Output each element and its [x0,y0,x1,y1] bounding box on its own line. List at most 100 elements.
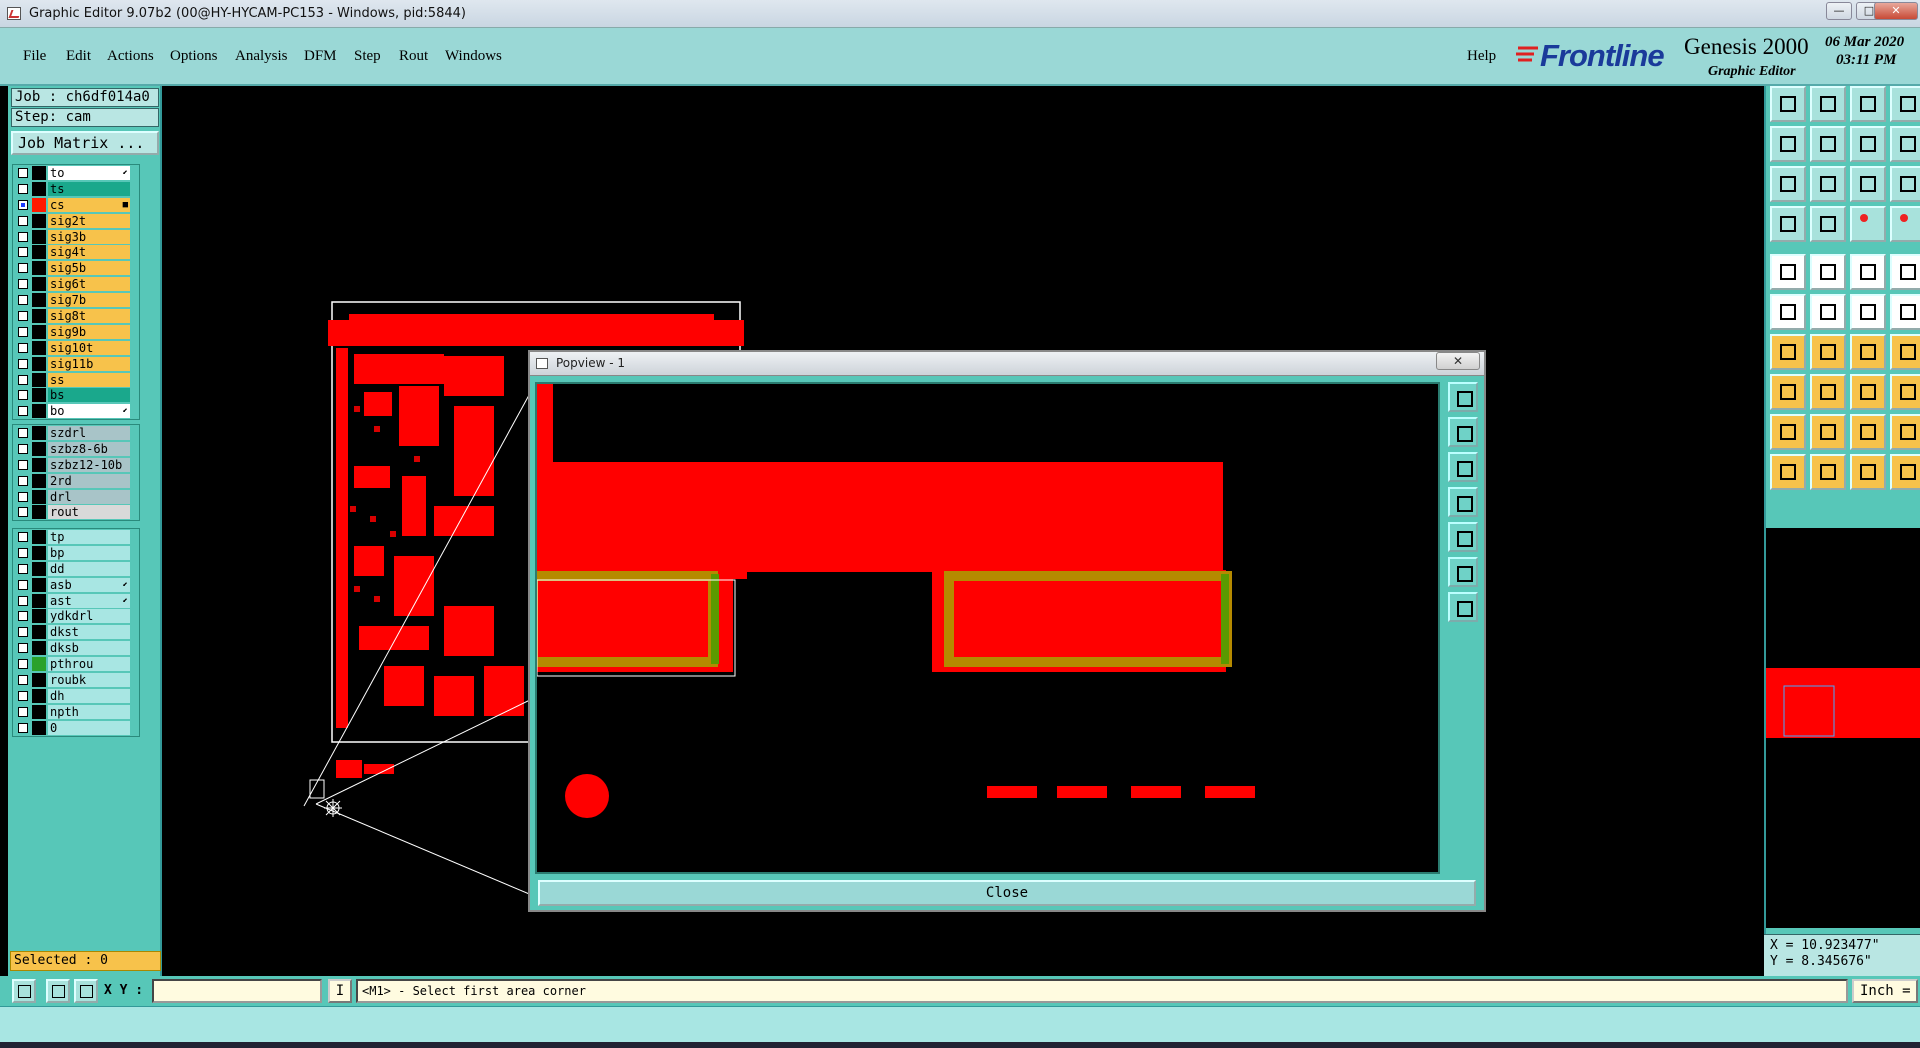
toolbar-tool-icon[interactable] [1810,126,1846,162]
layer-color-swatch[interactable] [32,293,46,308]
toolbar-tool-icon[interactable] [1810,294,1846,330]
layer-checkbox[interactable] [18,168,28,178]
layer-row[interactable]: roubk [13,672,139,688]
layer-checkbox[interactable] [18,374,28,385]
xy-input[interactable] [152,979,322,1003]
layer-name[interactable]: szbz8-6b [48,441,130,456]
layer-color-swatch[interactable] [32,609,46,624]
toolbar-tool-icon[interactable] [1770,206,1806,242]
popview-tool-down-icon[interactable] [1448,452,1478,482]
layer-name[interactable]: dh [48,688,130,703]
layer-name[interactable]: dkst [48,625,130,640]
layer-row[interactable]: sig5b [13,260,139,276]
layer-checkbox[interactable] [18,563,28,574]
layer-checkbox[interactable] [18,326,28,337]
layer-row[interactable]: sig6t [13,276,139,292]
layer-row[interactable]: sig7b [13,292,139,308]
layer-color-swatch[interactable] [32,404,46,419]
layer-name[interactable]: sig9b [48,324,130,339]
layer-checkbox[interactable] [18,547,28,558]
popview-close-icon[interactable]: ✕ [1436,352,1480,370]
toolbar-tool-icon[interactable] [1810,254,1846,290]
layer-checkbox[interactable] [18,675,28,686]
toolbar-tool-icon[interactable] [1890,166,1920,202]
toolbar-tool-icon[interactable] [1810,334,1846,370]
layer-checkbox[interactable] [18,215,28,226]
layer-name[interactable]: sig6t [48,277,130,292]
layer-row[interactable]: bo ⬋ [13,403,139,419]
layer-row[interactable]: bs [13,387,139,403]
popview-tool-up-icon[interactable] [1448,417,1478,447]
toolbar-tool-icon[interactable] [1770,254,1806,290]
toolbar-tool-icon[interactable] [1890,374,1920,410]
layer-name[interactable]: sig11b [48,356,130,371]
layer-checkbox[interactable] [18,390,28,401]
layer-checkbox[interactable] [18,406,28,417]
layer-checkbox[interactable] [18,459,28,470]
layer-name[interactable]: ast ⬋ [48,593,130,608]
toolbar-tool-icon[interactable] [1770,294,1806,330]
layer-color-swatch[interactable] [32,577,46,592]
layer-row[interactable]: ydkdrl [13,608,139,624]
toolbar-tool-icon[interactable] [1770,334,1806,370]
layer-row[interactable]: pthrou [13,656,139,672]
popview-tool-zoom-in-icon[interactable] [1448,557,1478,587]
layer-name[interactable]: dd [48,561,130,576]
layer-checkbox[interactable] [18,690,28,701]
close-window-button[interactable]: ✕ [1874,2,1918,20]
menu-edit[interactable]: Edit [66,48,91,65]
layer-row[interactable]: sig10t [13,340,139,356]
layer-name[interactable]: roubk [48,673,130,688]
toolbar-tool-icon[interactable] [1770,86,1806,122]
layer-name[interactable]: ss [48,372,130,387]
menu-windows[interactable]: Windows [445,48,502,65]
layer-row[interactable]: szbz8-6b [13,441,139,457]
layer-name[interactable]: drl [48,489,130,504]
layer-color-swatch[interactable] [32,309,46,324]
layer-color-swatch[interactable] [32,457,46,472]
layer-checkbox[interactable] [18,627,28,638]
toolbar-tool-icon[interactable] [1850,334,1886,370]
layer-name[interactable]: ydkdrl [48,609,130,624]
layer-name[interactable]: sig10t [48,340,130,355]
layer-checkbox[interactable] [18,279,28,290]
layer-name[interactable]: pthrou [48,657,130,672]
menu-file[interactable]: File [23,48,46,65]
toolbar-tool-icon[interactable] [1890,254,1920,290]
layer-color-swatch[interactable] [32,229,46,244]
menu-actions[interactable]: Actions [107,48,154,65]
toolbar-tool-icon[interactable] [1850,166,1886,202]
toolbar-tool-icon[interactable] [1810,414,1846,450]
layer-checkbox[interactable] [18,722,28,733]
layer-name[interactable]: bp [48,545,130,560]
toolbar-tool-icon[interactable] [1810,454,1846,490]
snap-icon[interactable] [12,979,36,1003]
layer-color-swatch[interactable] [32,213,46,228]
layer-row[interactable]: sig9b [13,324,139,340]
toolbar-tool-icon[interactable] [1890,334,1920,370]
popview-tool-left-icon[interactable] [1448,487,1478,517]
layer-row[interactable]: sig8t [13,308,139,324]
toolbar-tool-icon[interactable] [1890,414,1920,450]
toolbar-tool-icon[interactable] [1890,454,1920,490]
layer-row[interactable]: bp [13,545,139,561]
toolbar-tool-icon[interactable] [1770,126,1806,162]
info-button[interactable]: I [328,979,352,1003]
layer-color-swatch[interactable] [32,657,46,672]
layer-color-swatch[interactable] [32,245,46,260]
layer-name[interactable]: rout [48,505,130,520]
layer-row[interactable]: sig4t [13,244,139,260]
layer-name[interactable]: sig2t [48,213,130,228]
toolbar-tool-icon[interactable] [1850,254,1886,290]
toolbar-tool-icon[interactable] [1810,374,1846,410]
toolbar-tool-icon[interactable] [1850,374,1886,410]
layer-name[interactable]: sig8t [48,309,130,324]
toolbar-tool-icon[interactable] [1770,166,1806,202]
layer-color-swatch[interactable] [32,720,46,735]
layer-row[interactable]: szdrl [13,425,139,441]
layer-row[interactable]: ss [13,372,139,388]
layer-row[interactable]: asb ⬋ [13,577,139,593]
layer-checkbox[interactable] [18,358,28,369]
toolbar-tool-icon[interactable] [1850,206,1886,242]
layer-name[interactable]: sig7b [48,293,130,308]
